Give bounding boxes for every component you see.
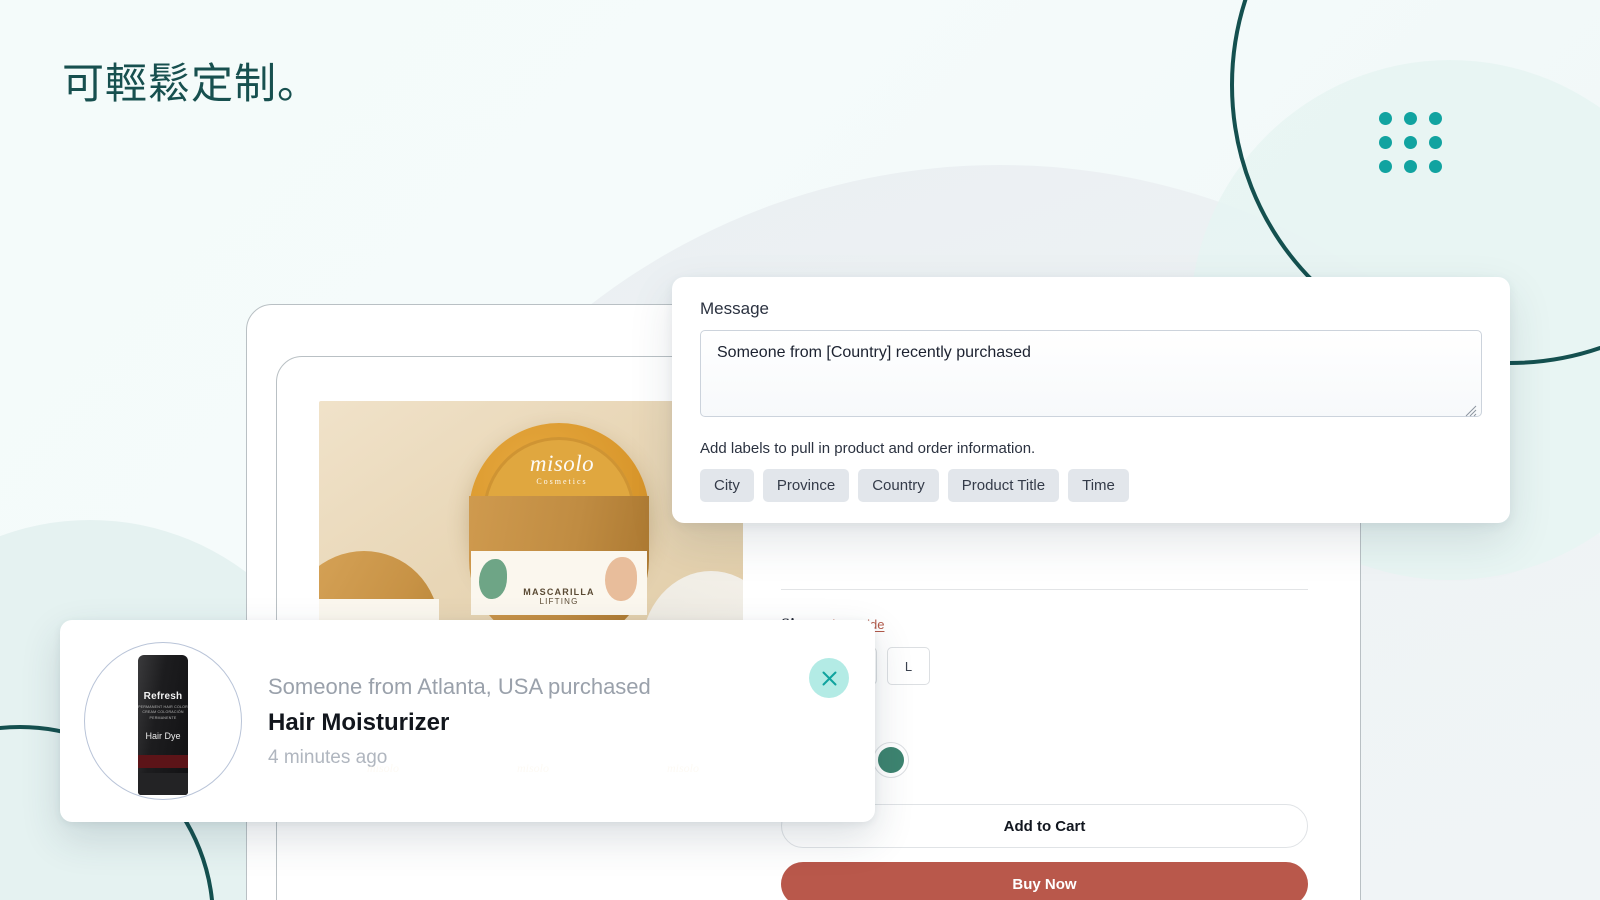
tube-color-band [138, 755, 188, 768]
purchase-notification-toast: Refresh PERMANENT HAIR COLOR CREAM COLOR… [60, 620, 875, 822]
hero-label-line1: MASCARILLA [523, 587, 595, 597]
tube-product-name: Hair Dye [145, 731, 181, 741]
chip-country[interactable]: Country [858, 469, 939, 502]
chip-product-title[interactable]: Product Title [947, 469, 1060, 502]
brand-name: misolo [529, 451, 595, 476]
thumbnail-brand-3: misolo [666, 761, 699, 775]
dot [1379, 160, 1392, 173]
page-headline: 可輕鬆定制。 [62, 60, 321, 107]
thumbnail-brand-1: misolo [366, 761, 399, 775]
chip-time[interactable]: Time [1068, 469, 1129, 502]
tube-brand: Refresh [143, 691, 183, 702]
message-field-label: Message [700, 299, 769, 318]
size-option-l[interactable]: L [887, 647, 930, 685]
chip-city[interactable]: City [700, 469, 754, 502]
swatch-green[interactable] [873, 742, 909, 778]
section-divider [781, 589, 1308, 590]
avatar: Refresh PERMANENT HAIR COLOR CREAM COLOR… [84, 642, 242, 800]
tube-subtitle: PERMANENT HAIR COLOR CREAM COLORACIÓN PE… [138, 705, 188, 720]
dot [1404, 136, 1417, 149]
label-chip-list: City Province Country Product Title Time [700, 469, 1482, 502]
brand-logo: misolo Cosmetics [487, 451, 637, 486]
dot [1429, 160, 1442, 173]
message-input[interactable] [700, 330, 1482, 417]
thumbnail-brand-2: misolo [516, 761, 549, 775]
dot [1404, 112, 1417, 125]
dot [1379, 136, 1392, 149]
jar-label-text: MASCARILLA LIFTING [471, 587, 647, 606]
buy-now-button[interactable]: Buy Now [781, 862, 1308, 900]
toast-product-title[interactable]: Hair Moisturizer [268, 709, 809, 737]
dot [1429, 112, 1442, 125]
message-hint-text: Add labels to pull in product and order … [700, 440, 1036, 457]
product-tube-image: Refresh PERMANENT HAIR COLOR CREAM COLOR… [138, 655, 188, 795]
dot [1404, 160, 1417, 173]
toast-purchase-message: Someone from Atlanta, USA purchased [268, 673, 651, 699]
dot-grid-icon [1379, 112, 1443, 173]
dot [1429, 136, 1442, 149]
hero-label-line2: LIFTING [539, 597, 579, 606]
close-x-glyph [822, 671, 836, 685]
close-icon[interactable] [809, 658, 849, 698]
tube-cap [138, 773, 188, 795]
swatch-dot [878, 747, 904, 773]
brand-subtitle: Cosmetics [536, 477, 588, 486]
dot [1379, 112, 1392, 125]
message-editor-panel: Message Add labels to pull in product an… [672, 277, 1510, 523]
chip-province[interactable]: Province [762, 469, 850, 502]
